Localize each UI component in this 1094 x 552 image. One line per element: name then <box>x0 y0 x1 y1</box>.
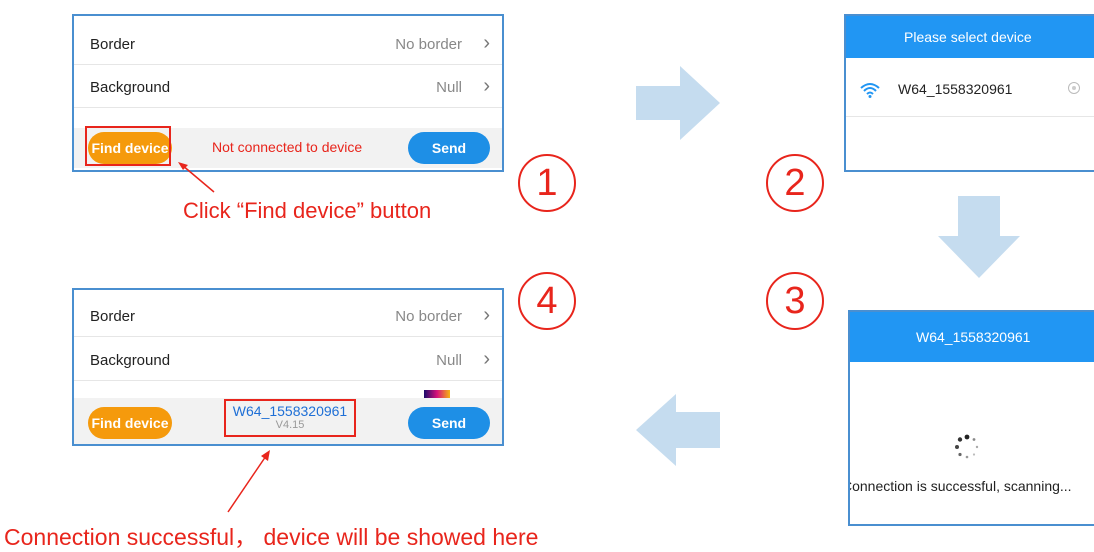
arrow-right-icon <box>636 66 720 140</box>
pointer-arrow-1 <box>178 162 215 193</box>
background-row[interactable]: Background Null › <box>74 67 502 108</box>
background-thumbnail <box>424 390 450 398</box>
wifi-icon <box>860 83 880 98</box>
border-label: Border <box>90 307 136 325</box>
border-value: No border <box>395 35 462 53</box>
border-value: No border <box>395 307 462 325</box>
step4-number: 4 <box>518 272 576 330</box>
arrow-left-icon <box>636 394 720 466</box>
step1-annotation: Click “Find device” button <box>183 198 432 223</box>
chevron-right-icon: › <box>483 348 490 370</box>
divider <box>846 116 1094 117</box>
connected-device-info: W64_1558320961 V4.15 <box>224 399 356 437</box>
find-device-button[interactable]: Find device <box>88 407 172 439</box>
chevron-right-icon: › <box>483 32 490 54</box>
send-button[interactable]: Send <box>408 407 490 439</box>
step1-number: 1 <box>518 154 576 212</box>
bottom-toolbar: Find device W64_1558320961 V4.15 Send <box>74 398 502 444</box>
border-label: Border <box>90 35 136 53</box>
spinner-icon <box>955 434 979 459</box>
connection-message: Connection is successful, scanning... <box>848 478 1072 494</box>
select-device-dialog: Please select device W64_1558320961 <box>844 14 1094 172</box>
border-row[interactable]: Border No border › <box>74 296 502 337</box>
background-row[interactable]: Background Null › <box>74 340 502 381</box>
chevron-right-icon: › <box>483 75 490 97</box>
background-label: Background <box>90 351 171 369</box>
device-version: V4.15 <box>275 419 305 431</box>
pointer-arrow-4 <box>227 450 270 513</box>
connection-status: Not connected to device <box>212 139 363 155</box>
dialog-title: Please select device <box>846 16 1094 58</box>
bottom-annotation: Connection successful， device will be sh… <box>4 524 539 550</box>
step2-number: 2 <box>766 154 824 212</box>
background-label: Background <box>90 78 171 96</box>
radio-button[interactable] <box>1068 82 1080 94</box>
arrow-down-icon <box>938 196 1020 278</box>
border-row[interactable]: Border No border › <box>74 24 502 65</box>
dialog-title: W64_1558320961 <box>850 312 1094 362</box>
connection-dialog: W64_1558320961 Connection is successful,… <box>848 310 1094 526</box>
chevron-right-icon: › <box>483 304 490 326</box>
settings-panel-after: Border No border › Background Null › Fin… <box>72 288 504 446</box>
background-value: Null <box>436 78 462 96</box>
background-value: Null <box>436 351 462 369</box>
device-name: W64_1558320961 <box>898 81 1013 97</box>
step3-number: 3 <box>766 272 824 330</box>
send-button[interactable]: Send <box>408 132 490 164</box>
device-list-item[interactable]: W64_1558320961 <box>846 72 1094 108</box>
find-device-highlight <box>85 126 171 166</box>
connected-device-name: W64_1558320961 <box>232 403 348 419</box>
